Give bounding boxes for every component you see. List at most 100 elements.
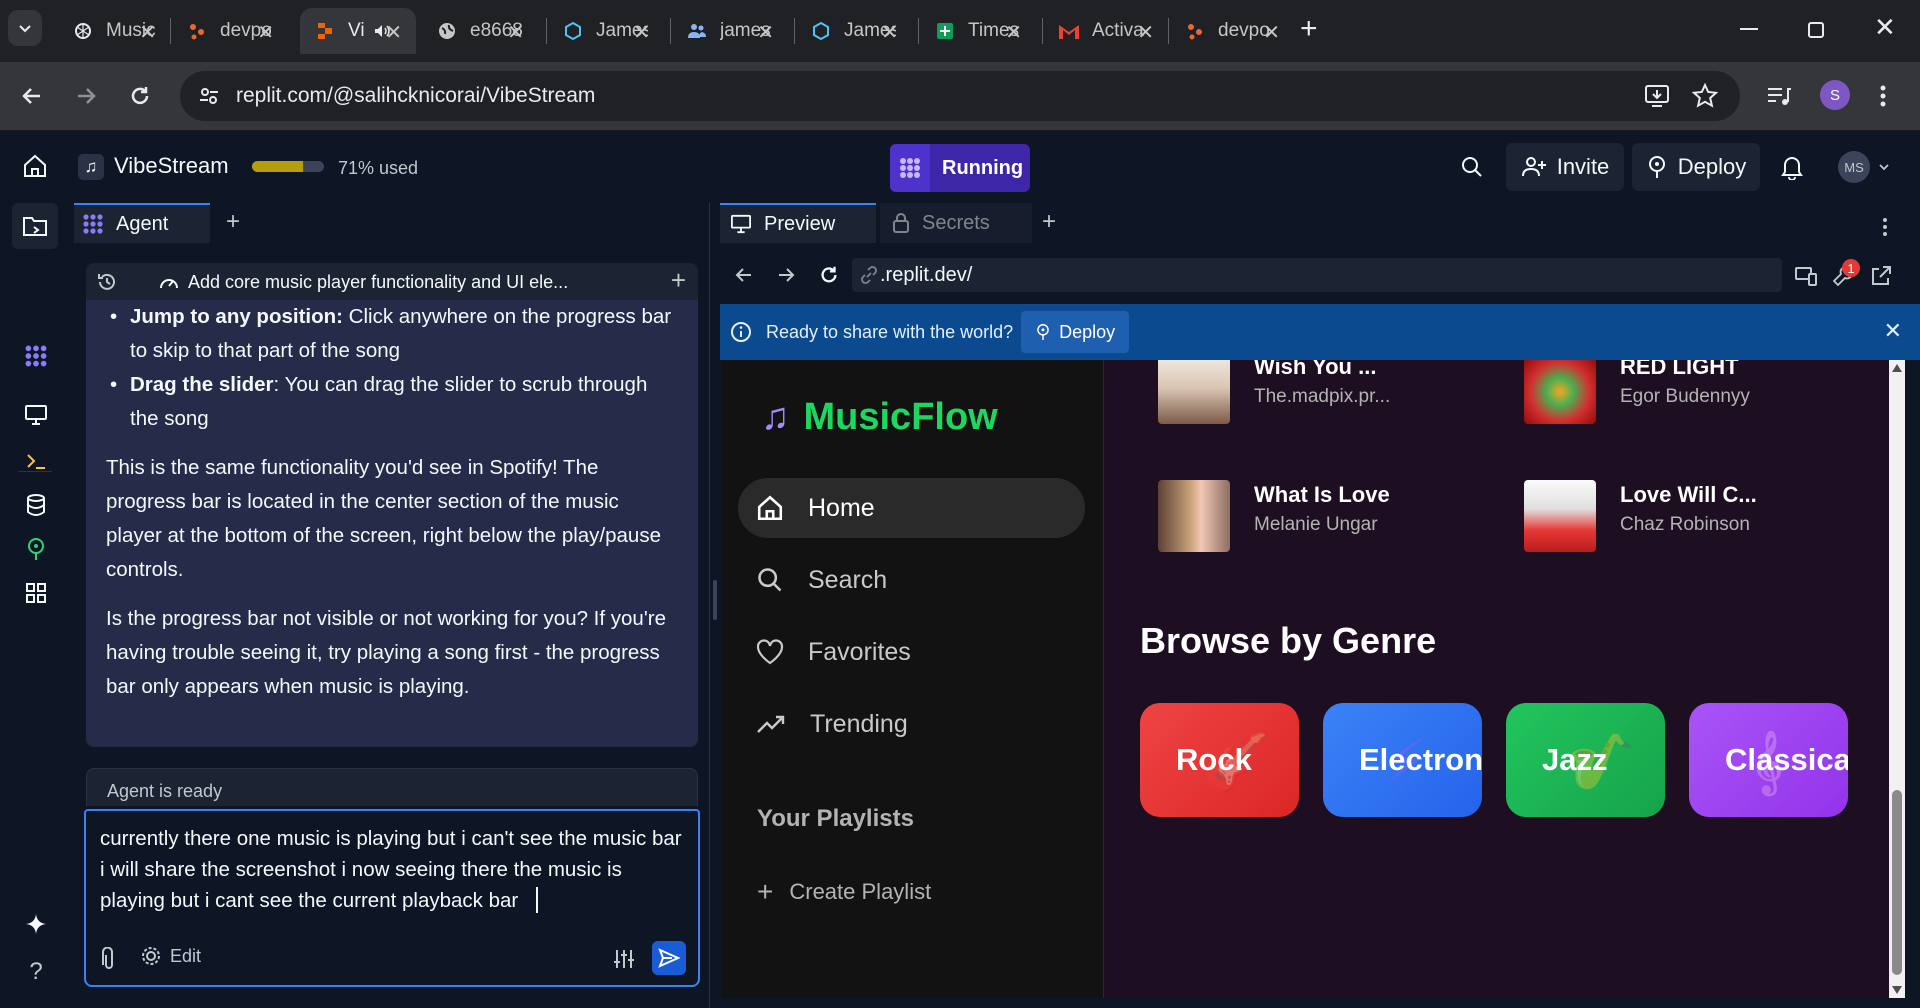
close-icon[interactable]: ✕ [139,20,156,45]
invite-button[interactable]: Invite [1506,143,1624,191]
devices-icon[interactable] [1794,265,1818,287]
back-arrow-icon[interactable] [734,265,754,285]
tab-preview[interactable]: Preview [720,203,876,243]
browser-tab-activate[interactable]: Activate ✕ [1044,8,1168,54]
bookmark-star-icon[interactable] [1692,83,1718,109]
install-app-icon[interactable] [1644,83,1670,109]
browser-tab-e8668[interactable]: e8668 ✕ [422,8,538,54]
browser-tab-james-1[interactable]: James ✕ [548,8,664,54]
notifications-bell-icon[interactable] [1780,154,1804,180]
browser-tab-devpost[interactable]: devpost ✕ [172,8,288,54]
media-control-icon[interactable] [1766,84,1792,108]
nav-search[interactable]: Search [738,550,1085,610]
nav-trending[interactable]: Trending [738,694,1085,754]
new-tab-button[interactable]: + [226,208,240,236]
browser-tab-music[interactable]: Music ✕ [58,8,170,54]
history-icon[interactable] [96,271,118,293]
deploy-button[interactable]: Deploy [1632,143,1760,191]
scroll-down-arrow[interactable] [1892,986,1902,994]
project-name[interactable]: VibeStream [114,153,229,179]
song-card[interactable]: RED LIGHT Egor Budennyy [1524,360,1750,424]
browser-menu-icon[interactable] [1880,84,1886,108]
run-button[interactable]: Running [890,144,1030,192]
chevron-down-icon[interactable] [1878,161,1890,173]
song-card[interactable]: What Is Love Melanie Ungar [1158,480,1390,552]
edit-button[interactable]: Edit [140,945,201,967]
scrollbar-thumb[interactable] [1892,790,1902,975]
reload-icon[interactable] [818,264,840,286]
browser-tab-james-2[interactable]: james ✕ [672,8,788,54]
sparkle-icon[interactable] [21,909,51,939]
site-settings-icon[interactable] [198,85,220,107]
close-icon[interactable]: ✕ [881,20,898,45]
thread-title[interactable]: Add core music player functionality and … [188,272,568,293]
tab-agent[interactable]: Agent [74,203,210,243]
close-icon[interactable]: ✕ [257,20,274,45]
browser-tab-times[interactable]: Times ✕ [920,8,1036,54]
agent-input-box[interactable]: currently there one music is playing but… [84,809,700,987]
close-icon[interactable]: ✕ [1137,20,1154,45]
profile-avatar[interactable]: S [1820,80,1850,110]
attach-paperclip-icon[interactable] [100,947,118,971]
create-playlist-button[interactable]: + Create Playlist [757,876,931,908]
console-icon[interactable] [21,446,51,476]
genre-card-rock[interactable]: 🎸 Rock [1140,703,1299,817]
database-icon[interactable] [21,490,51,520]
deployments-icon[interactable] [21,534,51,564]
scroll-up-arrow[interactable] [1892,364,1902,372]
agent-icon[interactable] [21,341,51,371]
search-icon[interactable] [1460,155,1484,179]
preview-monitor-icon[interactable] [21,400,51,430]
open-external-icon[interactable] [1870,265,1892,287]
song-card[interactable]: Wish You ... The.madpix.pr... [1158,360,1390,424]
new-tab-button[interactable]: + [1042,208,1056,236]
close-banner-icon[interactable]: ✕ [1884,318,1902,344]
back-arrow-icon[interactable] [20,84,44,108]
webview-url-bar[interactable]: .replit.dev/ [852,258,1782,292]
help-icon[interactable]: ? [21,957,51,987]
home-icon[interactable] [22,153,48,179]
genre-card-jazz[interactable]: 🎷 Jazz [1506,703,1665,817]
reload-icon[interactable] [128,84,152,108]
usage-bar[interactable] [252,161,324,172]
url-text[interactable]: replit.com/@salihcknicorai/VibeStream [236,84,595,108]
panel-resize-handle[interactable] [713,580,717,620]
all-tools-grid-icon[interactable] [21,578,51,608]
browser-tab-devpost-2[interactable]: devpost ✕ [1170,8,1294,54]
banner-deploy-button[interactable]: Deploy [1021,311,1130,353]
genre-card-classical[interactable]: 𝄞 Classical [1689,703,1848,817]
restore-button[interactable] [1808,22,1824,38]
new-thread-button[interactable]: + [671,265,686,296]
close-icon[interactable]: ✕ [1005,20,1022,45]
minimize-button[interactable] [1740,28,1758,30]
user-avatar[interactable]: MS [1838,151,1870,183]
omnibox[interactable]: replit.com/@salihcknicorai/VibeStream [180,71,1740,121]
new-tab-button[interactable]: + [1300,12,1318,46]
close-icon[interactable]: ✕ [633,20,650,45]
webview-url[interactable]: .replit.dev/ [880,264,972,287]
files-panel-button[interactable] [12,203,58,249]
sliders-icon[interactable] [612,947,636,971]
browser-tab-james-3[interactable]: James ✕ [796,8,912,54]
workspace-left-nav: ? [0,203,70,1008]
song-card[interactable]: Love Will C... Chaz Robinson [1524,480,1757,552]
browser-tab-vibestream[interactable]: VibeStream ✕ [300,8,416,54]
genre-card-electronic[interactable]: ⚡ Electronic [1323,703,1482,817]
nav-home[interactable]: Home [738,478,1085,538]
song-artist: The.madpix.pr... [1254,386,1391,407]
close-window-button[interactable]: ✕ [1874,12,1896,43]
close-icon[interactable]: ✕ [757,20,774,45]
close-icon[interactable]: ✕ [385,20,402,45]
send-button[interactable] [652,941,686,975]
chat-input-text[interactable]: currently there one music is playing but… [100,823,690,916]
close-icon[interactable]: ✕ [1263,20,1280,45]
close-icon[interactable]: ✕ [507,20,524,45]
scrollbar[interactable] [1889,360,1905,998]
tab-search-button[interactable] [8,10,42,46]
musicflow-logo[interactable]: ♫ MusicFlow [761,396,998,439]
forward-arrow-icon[interactable] [74,84,98,108]
tab-secrets[interactable]: Secrets [880,203,1032,243]
nav-favorites[interactable]: Favorites [738,622,1085,682]
forward-arrow-icon[interactable] [776,265,796,285]
panel-menu-icon[interactable] [1882,217,1888,237]
